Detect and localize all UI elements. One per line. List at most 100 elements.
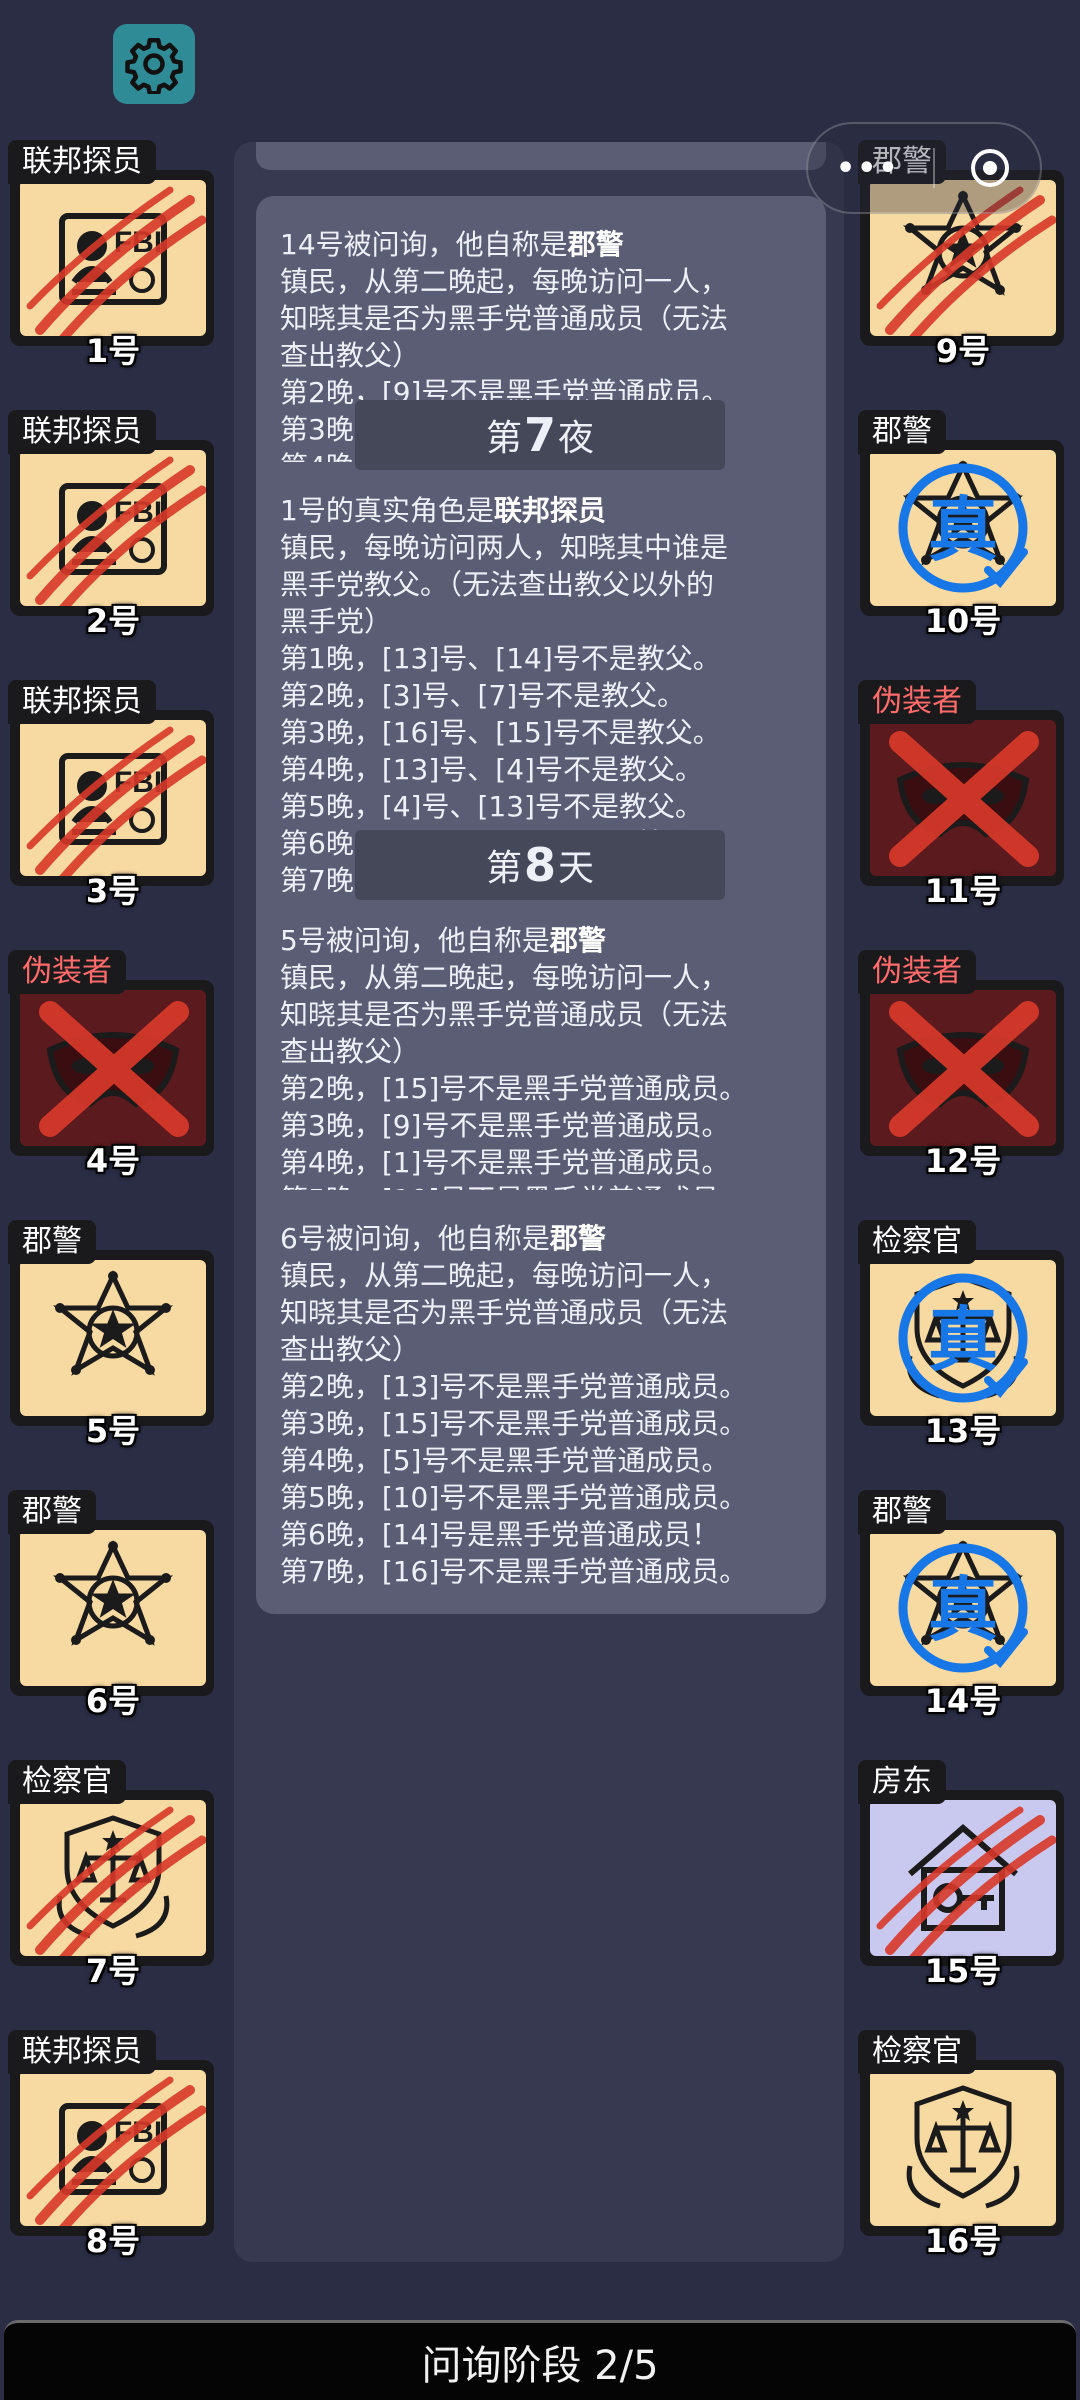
log-line: 14号被问询，他自称是郡警: [280, 226, 802, 263]
gear-icon: [125, 38, 183, 94]
svg-text:真: 真: [928, 1299, 998, 1381]
log-line-text: 第4晚，[5]号不是黑手党普通成员。: [280, 1444, 730, 1477]
player-portrait: 真: [870, 450, 1056, 606]
player-card-13号[interactable]: 真 检察官 13号: [858, 1220, 1068, 1450]
player-portrait: FBI: [20, 2070, 206, 2226]
player-card-3号[interactable]: FBI 联邦探员 3号: [8, 680, 218, 910]
player-number: 12号: [924, 1142, 1002, 1180]
player-card-1号[interactable]: FBI 联邦探员 1号: [8, 140, 218, 370]
log-line: 第4晚，[13]号、[4]号不是教父。: [280, 751, 802, 788]
mini-program-capsule: •••: [806, 122, 1042, 214]
player-card-4号[interactable]: 伪装者 4号: [8, 950, 218, 1180]
sheriff-star-icon: [52, 1270, 174, 1376]
player-number: 2号: [85, 602, 141, 640]
log-line: 第4晚，[1]号不是黑手党普通成员。: [280, 1144, 802, 1181]
log-line-text: 查出教父）: [280, 339, 421, 372]
svg-text:真: 真: [928, 489, 998, 571]
log-line-text: 第4晚，[13]号、[4]号不是教父。: [280, 753, 703, 786]
log-line-text: 查出教父）: [280, 1333, 421, 1366]
player-number: 9号: [935, 332, 991, 370]
log-line: 镇民，从第二晚起，每晚访问一人，: [280, 263, 802, 300]
log-line-text: 黑手党教父。（无法查出教父以外的: [280, 568, 715, 601]
log-line-text: 第2晚，[3]号、[7]号不是教父。: [280, 679, 686, 712]
target-icon[interactable]: [968, 146, 1012, 190]
log-line: 1号的真实角色是联邦探员: [280, 492, 802, 529]
player-portrait: [20, 1800, 206, 1956]
log-line-text: 第4晚，[1]号不是黑手党普通成员。: [280, 1146, 730, 1179]
log-line-text: 第3晚，[16]号、[15]号不是教父。: [280, 716, 721, 749]
player-number: 15号: [924, 1952, 1002, 1990]
mask-icon: [39, 1001, 189, 1137]
log-line-text: 第2晚，[13]号不是黑手党普通成员。: [280, 1370, 748, 1403]
player-card-5号[interactable]: 郡警 5号: [8, 1220, 218, 1450]
player-card-16号[interactable]: 检察官 16号: [858, 2030, 1068, 2260]
role-tag: 伪装者: [858, 680, 976, 724]
log-line-text: 查出教父）: [280, 1035, 421, 1068]
role-tag: 郡警: [858, 1490, 946, 1534]
sheriff-star-icon: 真: [898, 460, 1028, 593]
player-portrait: FBI: [20, 180, 206, 336]
log-line-text: 第2晚，[15]号不是黑手党普通成员。: [280, 1072, 748, 1105]
player-portrait: [20, 1530, 206, 1686]
game-log-scroll[interactable]: 14号被问询，他自称是郡警 镇民，从第二晚起，每晚访问一人， 知晓其是否为黑手党普通…: [234, 142, 844, 2262]
log-line: 第3晚，[16]号、[15]号不是教父。: [280, 714, 802, 751]
fbi-badge-icon: FBI: [26, 2076, 206, 2226]
player-number: 11号: [924, 872, 1002, 910]
log-line: 知晓其是否为黑手党普通成员（无法: [280, 300, 802, 337]
log-line: 镇民，每晚访问两人，知晓其中谁是: [280, 529, 802, 566]
role-tag: 联邦探员: [8, 410, 156, 454]
log-line-text: 知晓其是否为黑手党普通成员（无法: [280, 302, 729, 335]
role-tag: 房东: [858, 1760, 946, 1804]
claimed-role: 联邦探员: [493, 494, 606, 527]
phase-header: 第8天: [355, 830, 725, 900]
claimed-role: 郡警: [549, 1222, 606, 1255]
phase-prefix: 第: [485, 848, 522, 889]
log-line-text: 知晓其是否为黑手党普通成员（无法: [280, 1296, 729, 1329]
log-line-text: 第5晚，[10]号不是黑手党普通成员。: [280, 1481, 748, 1514]
log-line: 黑手党教父。（无法查出教父以外的: [280, 566, 802, 603]
player-number: 7号: [85, 1952, 141, 1990]
phase-prefix: 第: [485, 418, 522, 459]
settings-button[interactable]: [113, 24, 195, 104]
log-line: 第2晚，[15]号不是黑手党普通成员。: [280, 1070, 802, 1107]
role-tag: 伪装者: [8, 950, 126, 994]
log-line: 6号被问询，他自称是郡警: [280, 1220, 802, 1257]
more-menu-button[interactable]: •••: [836, 151, 900, 186]
log-line-text: 1号的真实角色是: [280, 494, 494, 527]
player-portrait: 真: [870, 1260, 1056, 1416]
phase-status-bar: 问询阶段 2/5: [4, 2320, 1076, 2400]
log-line-text: 镇民，从第二晚起，每晚访问一人，: [280, 961, 729, 994]
role-tag: 郡警: [858, 410, 946, 454]
player-portrait: [870, 720, 1056, 876]
fbi-badge-icon: FBI: [26, 456, 206, 606]
player-card-8号[interactable]: FBI 联邦探员 8号: [8, 2030, 218, 2260]
player-portrait: FBI: [20, 450, 206, 606]
role-tag: 检察官: [858, 1220, 976, 1264]
log-line: 第4晚，[5]号不是黑手党普通成员。: [280, 1442, 802, 1479]
player-card-12号[interactable]: 伪装者 12号: [858, 950, 1068, 1180]
player-card-14号[interactable]: 真 郡警 14号: [858, 1490, 1068, 1720]
mask-icon: [889, 1001, 1039, 1137]
phase-num: 8: [523, 838, 556, 892]
log-line: 第3晚，[9]号不是黑手党普通成员。: [280, 1107, 802, 1144]
player-card-15号[interactable]: 房东 15号: [858, 1760, 1068, 1990]
player-card-2号[interactable]: FBI 联邦探员 2号: [8, 410, 218, 640]
log-line: 第5晚，[10]号不是黑手党普通成员。: [280, 1479, 802, 1516]
log-line-text: 第3晚，[9]号不是黑手党普通成员。: [280, 1109, 730, 1142]
prosecutor-shield-icon: [906, 2085, 1020, 2209]
log-line: 第1晚，[13]号、[14]号不是教父。: [280, 640, 802, 677]
player-number: 14号: [924, 1682, 1002, 1720]
house-key-icon: [876, 1806, 1056, 1956]
player-portrait: [870, 1800, 1056, 1956]
log-line: 知晓其是否为黑手党普通成员（无法: [280, 996, 802, 1033]
role-tag: 郡警: [8, 1490, 96, 1534]
log-line: 黑手党）: [280, 603, 802, 640]
player-card-10号[interactable]: 真 郡警 10号: [858, 410, 1068, 640]
player-card-6号[interactable]: 郡警 6号: [8, 1490, 218, 1720]
log-line-text: 镇民，每晚访问两人，知晓其中谁是: [280, 531, 729, 564]
game-log-panel[interactable]: 14号被问询，他自称是郡警 镇民，从第二晚起，每晚访问一人， 知晓其是否为黑手党普通…: [234, 142, 844, 2262]
player-card-11号[interactable]: 伪装者 11号: [858, 680, 1068, 910]
role-tag: 伪装者: [858, 950, 976, 994]
player-portrait: [870, 2070, 1056, 2226]
player-card-7号[interactable]: 检察官 7号: [8, 1760, 218, 1990]
